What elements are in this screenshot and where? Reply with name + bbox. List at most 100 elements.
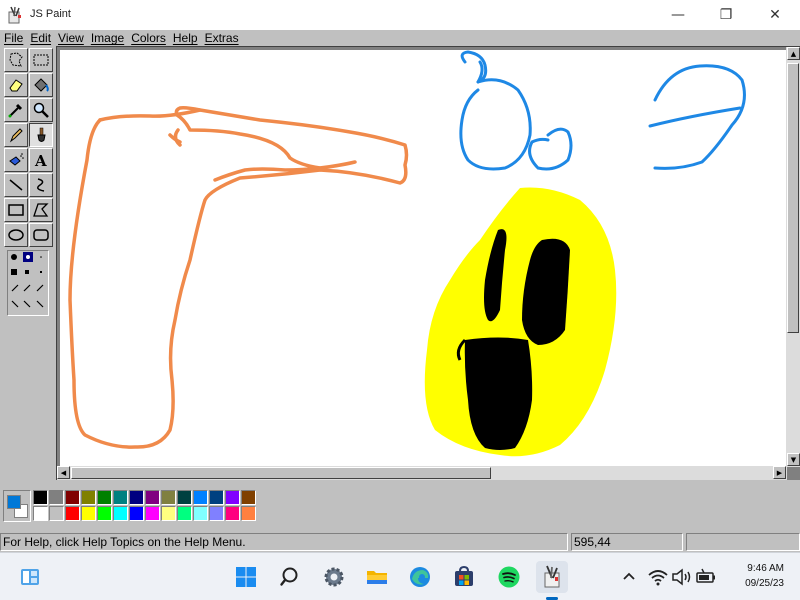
palette-swatch[interactable] xyxy=(129,506,144,521)
palette-swatch[interactable] xyxy=(65,506,80,521)
pencil-icon xyxy=(9,128,23,143)
clock-date[interactable]: 09/25/23 xyxy=(734,578,784,589)
palette-swatch[interactable] xyxy=(161,506,176,521)
scroll-up-button[interactable]: ▲ xyxy=(787,47,800,60)
search-button[interactable] xyxy=(275,561,307,593)
curve-tool[interactable] xyxy=(29,173,53,197)
pencil-tool[interactable] xyxy=(4,123,28,147)
scroll-right-button[interactable]: ▶ xyxy=(773,466,786,479)
search-icon xyxy=(280,567,298,586)
menu-extras[interactable]: Extras xyxy=(201,30,242,46)
palette-swatch[interactable] xyxy=(209,506,224,521)
drawing xyxy=(68,50,746,457)
menu-colors[interactable]: Colors xyxy=(127,30,169,46)
palette-swatch[interactable] xyxy=(113,506,128,521)
rounded-rectangle-icon xyxy=(33,229,49,241)
volume-button[interactable] xyxy=(670,561,694,593)
palette-swatch[interactable] xyxy=(97,490,112,505)
polygon-tool[interactable] xyxy=(29,198,53,222)
palette-swatch[interactable] xyxy=(177,506,192,521)
clock-time[interactable]: 9:46 AM xyxy=(734,563,784,574)
airbrush-tool[interactable] xyxy=(4,148,28,172)
palette-swatch[interactable] xyxy=(241,506,256,521)
palette-swatch[interactable] xyxy=(241,490,256,505)
curve-icon xyxy=(37,178,45,192)
palette-swatch[interactable] xyxy=(49,490,64,505)
menu-image[interactable]: Image xyxy=(87,30,127,46)
ellipse-tool[interactable] xyxy=(4,223,28,247)
spotify-icon xyxy=(498,566,520,588)
scroll-down-button[interactable]: ▼ xyxy=(787,453,800,466)
paint-bucket-icon xyxy=(34,78,49,92)
minimize-button[interactable]: — xyxy=(655,0,701,30)
edge-button[interactable] xyxy=(404,561,436,593)
eraser-tool[interactable] xyxy=(4,73,28,97)
brush-shape-options[interactable] xyxy=(7,250,49,316)
free-form-select-tool[interactable] xyxy=(4,48,28,72)
eraser-icon xyxy=(9,79,23,92)
show-hidden-icons-button[interactable] xyxy=(617,561,641,593)
menu-help[interactable]: Help xyxy=(169,30,201,46)
maximize-button[interactable]: ❐ xyxy=(703,0,749,30)
rectangle-tool[interactable] xyxy=(4,198,28,222)
start-button[interactable] xyxy=(230,561,262,593)
network-button[interactable] xyxy=(646,561,670,593)
status-cursor-position: 595,44 xyxy=(571,533,683,551)
wifi-icon xyxy=(648,570,668,586)
pick-color-tool[interactable] xyxy=(4,98,28,122)
scroll-left-button[interactable]: ◀ xyxy=(57,466,70,479)
palette-swatch[interactable] xyxy=(81,490,96,505)
speaker-icon xyxy=(672,568,691,586)
text-tool[interactable]: A xyxy=(29,148,53,172)
store-button[interactable] xyxy=(448,561,480,593)
color-box xyxy=(0,484,800,528)
horizontal-scrollbar[interactable]: ◀ ▶ xyxy=(57,466,787,480)
select-tool[interactable] xyxy=(29,48,53,72)
file-explorer-button[interactable] xyxy=(361,561,393,593)
palette-swatch[interactable] xyxy=(65,490,80,505)
line-tool[interactable] xyxy=(4,173,28,197)
desktop: JS Paint — ❐ ✕ File Edit View Image Colo… xyxy=(0,0,800,600)
palette-swatch[interactable] xyxy=(225,506,240,521)
current-colors[interactable] xyxy=(3,490,31,522)
palette-swatch[interactable] xyxy=(33,506,48,521)
magnifier-tool[interactable] xyxy=(29,98,53,122)
battery-button[interactable] xyxy=(694,561,718,593)
palette-swatch[interactable] xyxy=(145,490,160,505)
js-paint-taskbar-button[interactable] xyxy=(536,561,568,593)
orange-stroke-inner xyxy=(98,108,202,147)
menu-view[interactable]: View xyxy=(54,30,87,46)
palette-swatch[interactable] xyxy=(177,490,192,505)
palette-swatch[interactable] xyxy=(49,506,64,521)
settings-button[interactable] xyxy=(318,561,350,593)
palette-swatch[interactable] xyxy=(129,490,144,505)
palette-swatch[interactable] xyxy=(193,490,208,505)
close-button[interactable]: ✕ xyxy=(752,0,798,30)
vertical-scroll-thumb[interactable] xyxy=(787,63,799,333)
foreground-color-swatch[interactable] xyxy=(7,495,21,509)
spotify-button[interactable] xyxy=(493,561,525,593)
drawing-canvas[interactable] xyxy=(60,50,787,467)
brush-tool[interactable] xyxy=(29,123,53,147)
status-selection-size xyxy=(686,533,800,551)
palette-swatch[interactable] xyxy=(145,506,160,521)
menu-edit[interactable]: Edit xyxy=(26,30,54,46)
palette-swatch[interactable] xyxy=(33,490,48,505)
palette-swatch[interactable] xyxy=(225,490,240,505)
palette-swatch[interactable] xyxy=(193,506,208,521)
vertical-scrollbar[interactable]: ▲ ▼ xyxy=(786,47,800,467)
fill-tool[interactable] xyxy=(29,73,53,97)
orange-stroke xyxy=(68,106,409,449)
windows-logo-icon xyxy=(236,567,256,587)
palette-swatch[interactable] xyxy=(209,490,224,505)
gear-icon xyxy=(324,567,344,587)
rounded-rectangle-tool[interactable] xyxy=(29,223,53,247)
widgets-button[interactable] xyxy=(14,561,46,593)
menu-file[interactable]: File xyxy=(0,30,26,46)
palette-swatch[interactable] xyxy=(161,490,176,505)
horizontal-scroll-thumb[interactable] xyxy=(71,467,491,479)
palette-swatch[interactable] xyxy=(113,490,128,505)
menu-bar: File Edit View Image Colors Help Extras xyxy=(0,30,800,46)
palette-swatch[interactable] xyxy=(97,506,112,521)
palette-swatch[interactable] xyxy=(81,506,96,521)
